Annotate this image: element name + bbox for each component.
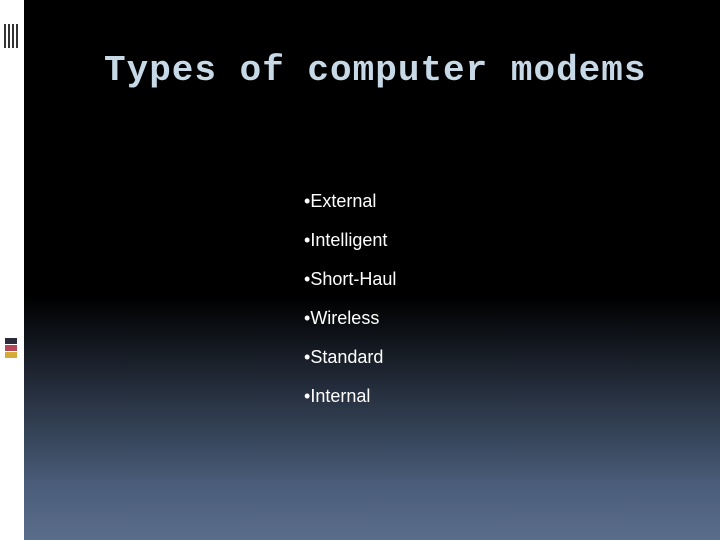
- list-item: •Wireless: [304, 308, 680, 329]
- list-item-label: Standard: [310, 347, 383, 367]
- list-item-label: Short-Haul: [310, 269, 396, 289]
- list-item-label: Wireless: [310, 308, 379, 328]
- slide-title: Types of computer modems: [104, 50, 680, 91]
- list-item-label: Intelligent: [310, 230, 387, 250]
- list-item: •Standard: [304, 347, 680, 368]
- list-item: •External: [304, 191, 680, 212]
- bullet-list: •External •Intelligent •Short-Haul •Wire…: [304, 191, 680, 407]
- list-item: •Intelligent: [304, 230, 680, 251]
- rail-color-blocks: [5, 338, 17, 358]
- slide: Types of computer modems •External •Inte…: [0, 0, 720, 540]
- slide-content: Types of computer modems •External •Inte…: [24, 0, 720, 540]
- rail-barcode-decoration: [4, 24, 18, 48]
- list-item-label: Internal: [310, 386, 370, 406]
- left-decorative-rail: [0, 0, 24, 540]
- list-item: •Internal: [304, 386, 680, 407]
- list-item-label: External: [310, 191, 376, 211]
- list-item: •Short-Haul: [304, 269, 680, 290]
